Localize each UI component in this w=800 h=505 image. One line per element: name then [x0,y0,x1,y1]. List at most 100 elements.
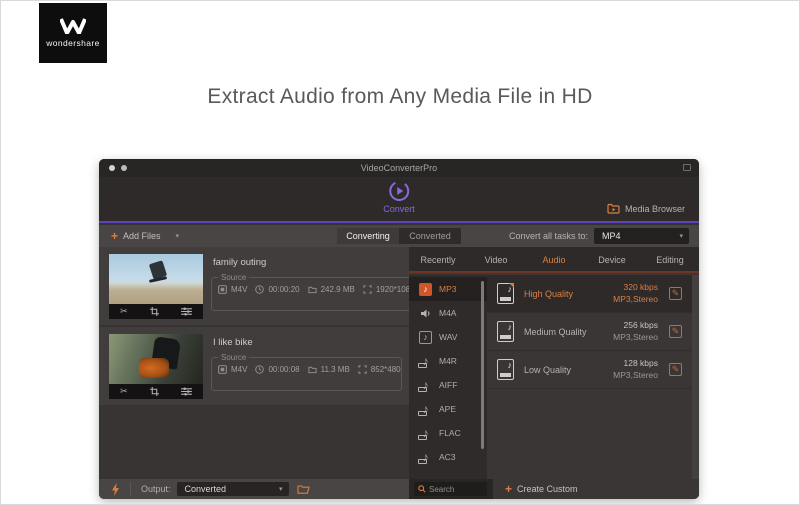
queue-panel: ✂ family outing Source M4V 00:00:20 242.… [99,247,416,479]
search-icon [418,485,426,493]
feedback-icon[interactable] [683,164,691,171]
window-title: VideoConverterPro [360,163,438,173]
codec-spec: MP3,Stereo [613,332,658,342]
resolution-icon [363,285,372,294]
search-input[interactable] [429,484,479,494]
trim-icon[interactable]: ✂ [120,307,128,316]
plus-icon: + [505,482,513,496]
format-label: M4R [439,356,457,366]
convert-label: Convert [383,204,415,214]
effects-icon[interactable] [180,307,192,316]
convert-all-select[interactable]: MP4 ▾ [594,228,689,244]
video-title: family outing [213,257,267,268]
tab-recently[interactable]: Recently [409,247,467,271]
tab-editing[interactable]: Editing [641,247,699,271]
format-item-wav[interactable]: ♪ WAV [409,325,487,349]
open-folder-icon[interactable] [296,484,310,494]
thumbnail-toolbar: ✂ [109,304,203,319]
codec-spec: MP3,Stereo [613,294,658,304]
format-item-ape[interactable]: ♪ APE [409,397,487,421]
thumbnail-image [109,254,203,304]
audio-file-icon: ♪ [497,321,514,342]
music-note-icon: ♪ [418,450,432,464]
queue-item-family-outing[interactable]: ✂ family outing Source M4V 00:00:20 242.… [99,247,416,325]
quality-meta: 320 kbps MP3,Stereo [613,281,658,305]
format-item-m4a[interactable]: M4A [409,301,487,325]
chevron-down-icon[interactable]: ▾ [176,232,180,240]
high-speed-icon[interactable] [111,482,120,496]
wondershare-w-icon [60,18,86,34]
edit-icon[interactable]: ✎ [669,325,682,338]
audio-file-icon: ♪ [497,359,514,380]
audio-file-icon: ♪ [497,283,514,304]
source-details: M4V 00:00:08 11.3 MB 852*480 [212,362,401,374]
trim-icon[interactable]: ✂ [120,387,128,396]
effects-icon[interactable] [180,387,192,396]
edit-icon[interactable]: ✎ [669,287,682,300]
search-box[interactable] [414,482,487,496]
format-footer: + Create Custom [409,479,699,499]
queue-item-info: family outing Source M4V 00:00:20 242.9 … [211,247,416,325]
mode-tabs: Converting Converted [337,228,461,244]
tab-device[interactable]: Device [583,247,641,271]
media-browser-button[interactable]: Media Browser [607,203,685,214]
format-item-ac3[interactable]: ♪ AC3 [409,445,487,469]
format-item-aiff[interactable]: ♪ AIFF [409,373,487,397]
edit-icon[interactable]: ✎ [669,363,682,376]
duration-icon [255,365,265,374]
format-item-m4r[interactable]: ♪ M4R [409,349,487,373]
bitrate: 128 kbps [623,358,659,368]
title-bar: VideoConverterPro [99,159,699,177]
format-list-scrollbar[interactable] [481,281,484,449]
music-note-icon: ♪ [418,402,432,416]
app-window: VideoConverterPro Convert Media Browser [99,159,699,499]
chevron-down-icon: ▾ [279,486,283,493]
duration-icon [255,285,265,294]
format-tabs: Recently Video Audio Device Editing [409,247,699,273]
quality-high[interactable]: ♪ High Quality 320 kbps MP3,Stereo ✎ [487,275,692,313]
page-title: Extract Audio from Any Media File in HD [207,85,593,108]
nav-convert[interactable]: Convert [383,180,415,214]
source-duration: 00:00:08 [268,365,300,374]
tab-audio[interactable]: Audio [525,247,583,271]
convert-all-label: Convert all tasks to: [508,231,588,241]
music-note-icon: ♪ [418,426,432,440]
source-label: Source [221,353,247,362]
format-label: MP3 [439,284,457,294]
add-files-button[interactable]: + Add Files ▾ [111,230,179,242]
format-label: WAV [439,332,458,342]
tab-video[interactable]: Video [467,247,525,271]
format-item-flac[interactable]: ♪ FLAC [409,421,487,445]
music-note-icon: ♪ [418,354,432,368]
crop-icon[interactable] [149,307,159,316]
format-item-mp3[interactable]: ♪ MP3 [409,277,487,301]
header-nav: Convert Media Browser [99,177,699,223]
add-files-label: Add Files [123,231,161,241]
convert-icon [388,181,409,201]
thumbnail-image [109,334,203,384]
format-body: ♪ MP3 M4A ♪ WAV ♪ M4R ♪ AIFF ♪ APE ♪ FLA… [409,275,699,479]
quality-list: ♪ High Quality 320 kbps MP3,Stereo ✎ ♪ M… [487,275,692,479]
source-box: Source M4V 00:00:08 11.3 MB 852*480 [211,353,402,391]
queue-item-i-like-bike[interactable]: ✂ I like bike Source M4V 00:00:08 11.3 M… [99,327,409,405]
tab-converting[interactable]: Converting [337,228,399,244]
quality-low[interactable]: ♪ Low Quality 128 kbps MP3,Stereo ✎ [487,351,692,389]
format-icon [218,285,227,294]
video-title: I like bike [213,337,253,348]
logo-text: wondershare [46,38,100,48]
bitrate: 320 kbps [623,282,659,292]
output-select[interactable]: Converted ▾ [176,482,289,496]
source-format: M4V [231,285,248,294]
media-browser-label: Media Browser [624,203,685,214]
page: wondershare Extract Audio from Any Media… [0,0,800,505]
format-label: M4A [439,308,457,318]
skateboard [148,276,168,283]
detail-scrollbar-track[interactable] [692,275,699,479]
mp3-icon: ♪ [419,282,432,296]
quality-medium[interactable]: ♪ Medium Quality 256 kbps MP3,Stereo ✎ [487,313,692,351]
main-area: ✂ family outing Source M4V 00:00:20 242.… [99,247,699,479]
source-box: Source M4V 00:00:20 242.9 MB 1920*1080 [211,273,416,311]
create-custom-button[interactable]: + Create Custom [493,479,699,499]
tab-converted[interactable]: Converted [399,228,461,244]
crop-icon[interactable] [149,387,159,396]
